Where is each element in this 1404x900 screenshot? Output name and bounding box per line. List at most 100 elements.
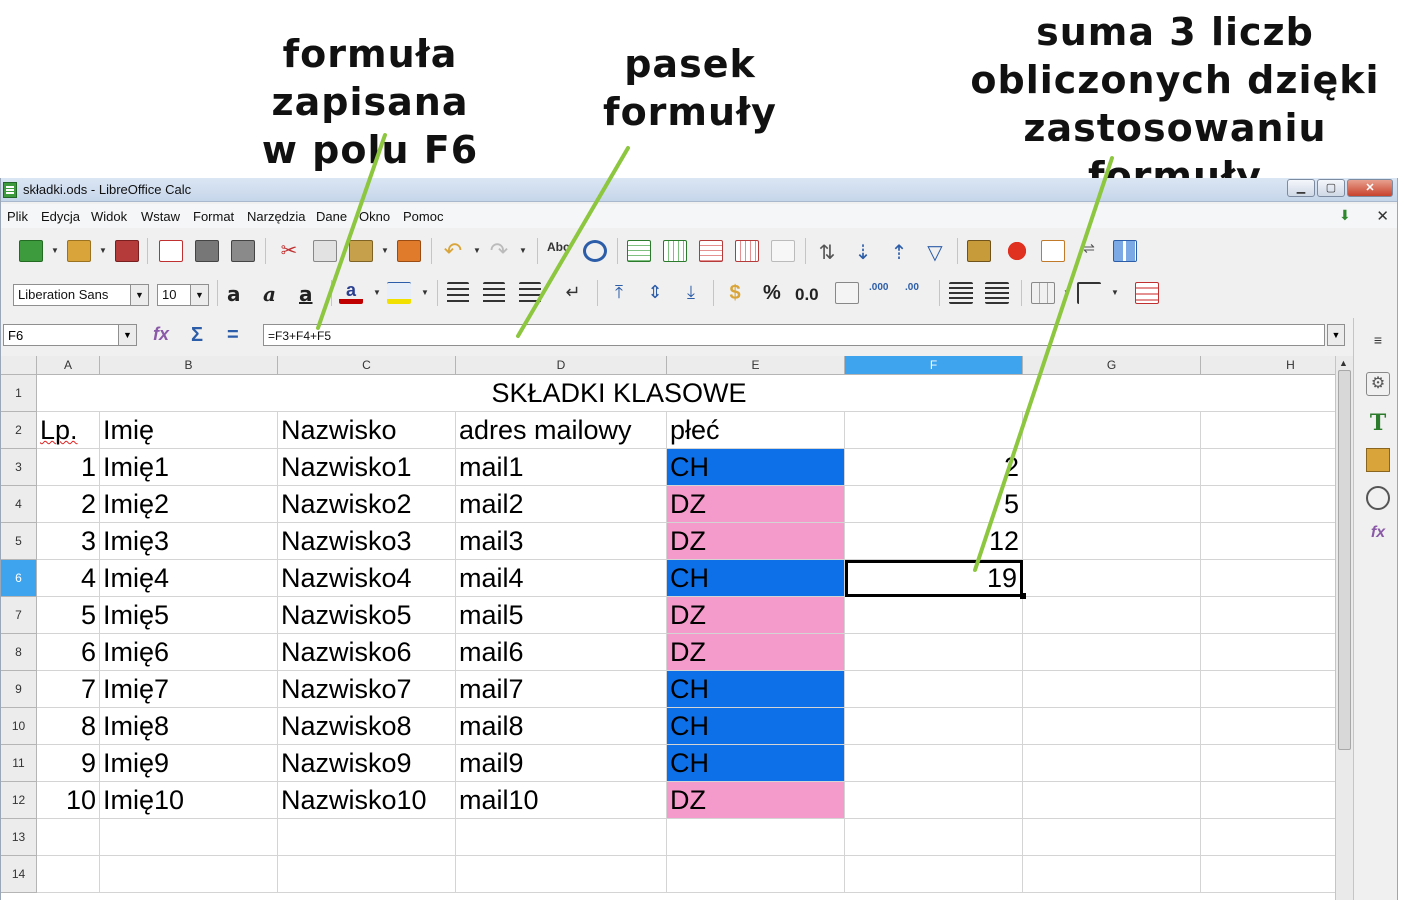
- chevron-down-icon[interactable]: ▼: [99, 246, 107, 255]
- cell-nazwisko[interactable]: Nazwisko6: [278, 634, 456, 671]
- row-header-4[interactable]: 4: [1, 486, 37, 523]
- cell-lp[interactable]: 6: [37, 634, 100, 671]
- cell-h4[interactable]: [1201, 486, 1335, 523]
- sort-descending-icon[interactable]: ⇡: [887, 240, 911, 264]
- cell-imie[interactable]: Imię6: [100, 634, 278, 671]
- cell-h6[interactable]: [1201, 560, 1335, 597]
- cell-h10[interactable]: [1201, 708, 1335, 745]
- align-middle-icon[interactable]: ⇕: [643, 282, 667, 304]
- cell-g10[interactable]: [1023, 708, 1201, 745]
- column-header-h[interactable]: H: [1201, 356, 1335, 375]
- cell-plec[interactable]: CH: [667, 560, 845, 597]
- delete-row-icon[interactable]: [699, 240, 723, 262]
- cell-f11[interactable]: [845, 745, 1023, 782]
- pivot-table-icon[interactable]: [1041, 240, 1065, 262]
- scroll-up-icon[interactable]: ▲: [1339, 358, 1348, 368]
- cell-g2[interactable]: [1023, 412, 1201, 449]
- cell-h8[interactable]: [1201, 634, 1335, 671]
- chevron-down-icon[interactable]: ▼: [51, 246, 59, 255]
- currency-icon[interactable]: $: [723, 282, 747, 304]
- cell-h1[interactable]: [1201, 375, 1335, 412]
- column-header-a[interactable]: A: [37, 356, 100, 375]
- cell-b14[interactable]: [100, 856, 278, 893]
- autospellcheck-icon[interactable]: [583, 240, 607, 262]
- close-document-button[interactable]: ✕: [1376, 207, 1389, 225]
- cell-g13[interactable]: [1023, 819, 1201, 856]
- column-header-g[interactable]: G: [1023, 356, 1201, 375]
- copy-icon[interactable]: [313, 240, 337, 262]
- cell-mail[interactable]: mail1: [456, 449, 667, 486]
- cell-mail[interactable]: mail9: [456, 745, 667, 782]
- cell-mail[interactable]: mail10: [456, 782, 667, 819]
- gallery-icon[interactable]: [1366, 448, 1390, 472]
- cell-h13[interactable]: [1201, 819, 1335, 856]
- menu-widok[interactable]: Widok: [91, 209, 127, 224]
- cell-g6[interactable]: [1023, 560, 1201, 597]
- chevron-down-icon[interactable]: ▼: [373, 288, 381, 297]
- cell-nazwisko[interactable]: Nazwisko8: [278, 708, 456, 745]
- cell-e14[interactable]: [667, 856, 845, 893]
- column-header-e[interactable]: E: [667, 356, 845, 375]
- cell-g4[interactable]: [1023, 486, 1201, 523]
- cell-g3[interactable]: [1023, 449, 1201, 486]
- sidebar-menu-icon[interactable]: ≡: [1366, 332, 1390, 356]
- font-size-dropdown[interactable]: 10 ▼: [157, 284, 209, 306]
- print-preview-icon[interactable]: [231, 240, 255, 262]
- cell-plec[interactable]: CH: [667, 745, 845, 782]
- special-character-icon[interactable]: ⇌: [1077, 240, 1101, 262]
- delete-column-icon[interactable]: [735, 240, 759, 262]
- column-header-d[interactable]: D: [456, 356, 667, 375]
- sum-button[interactable]: Σ: [191, 324, 203, 347]
- decrease-indent-icon[interactable]: [985, 282, 1009, 304]
- cell-mail[interactable]: mail3: [456, 523, 667, 560]
- cell-imie[interactable]: Imię5: [100, 597, 278, 634]
- cell-a13[interactable]: [37, 819, 100, 856]
- cell-plec[interactable]: CH: [667, 671, 845, 708]
- cell-h14[interactable]: [1201, 856, 1335, 893]
- cell-nazwisko[interactable]: Nazwisko2: [278, 486, 456, 523]
- cell-imie[interactable]: Imię7: [100, 671, 278, 708]
- cell-imie[interactable]: Imię8: [100, 708, 278, 745]
- menu-format[interactable]: Format: [193, 209, 234, 224]
- cell-lp[interactable]: 5: [37, 597, 100, 634]
- align-center-icon[interactable]: [483, 282, 505, 304]
- bold-button[interactable]: a: [227, 282, 241, 306]
- row-header-2[interactable]: 2: [1, 412, 37, 449]
- underline-button[interactable]: a: [299, 282, 313, 306]
- cell-mail[interactable]: mail5: [456, 597, 667, 634]
- cell-c14[interactable]: [278, 856, 456, 893]
- cell-plec[interactable]: DZ: [667, 782, 845, 819]
- close-button[interactable]: ✕: [1347, 179, 1393, 197]
- row-header-13[interactable]: 13: [1, 819, 37, 856]
- properties-icon[interactable]: ⚙: [1366, 372, 1390, 396]
- cell-nazwisko[interactable]: Nazwisko5: [278, 597, 456, 634]
- cell-h7[interactable]: [1201, 597, 1335, 634]
- number-format-button[interactable]: 0.0: [795, 285, 819, 305]
- function-wizard-icon[interactable]: fx: [153, 324, 169, 345]
- insert-column-icon[interactable]: [663, 240, 687, 262]
- cell-g7[interactable]: [1023, 597, 1201, 634]
- chevron-down-icon[interactable]: ▼: [473, 246, 481, 255]
- cell-f-value[interactable]: 2: [845, 449, 1023, 486]
- cell-f9[interactable]: [845, 671, 1023, 708]
- autofilter-icon[interactable]: ▽: [923, 240, 947, 264]
- percent-button[interactable]: %: [763, 282, 781, 305]
- cell-nazwisko[interactable]: Nazwisko7: [278, 671, 456, 708]
- minimize-button[interactable]: ▁: [1287, 179, 1315, 197]
- menu-edycja[interactable]: Edycja: [41, 209, 80, 224]
- cell-f13[interactable]: [845, 819, 1023, 856]
- print-icon[interactable]: [195, 240, 219, 262]
- clone-formatting-icon[interactable]: [397, 240, 421, 262]
- cell-h5[interactable]: [1201, 523, 1335, 560]
- navigator-icon[interactable]: [1366, 486, 1390, 510]
- cell-c13[interactable]: [278, 819, 456, 856]
- borders-icon[interactable]: [1031, 282, 1055, 304]
- remove-decimal-icon[interactable]: .00: [905, 282, 929, 304]
- date-format-icon[interactable]: [835, 282, 859, 304]
- cell-lp[interactable]: 3: [37, 523, 100, 560]
- cell-h12[interactable]: [1201, 782, 1335, 819]
- image-icon[interactable]: [967, 240, 991, 262]
- increase-indent-icon[interactable]: [949, 282, 973, 304]
- row-header-3[interactable]: 3: [1, 449, 37, 486]
- cell-d13[interactable]: [456, 819, 667, 856]
